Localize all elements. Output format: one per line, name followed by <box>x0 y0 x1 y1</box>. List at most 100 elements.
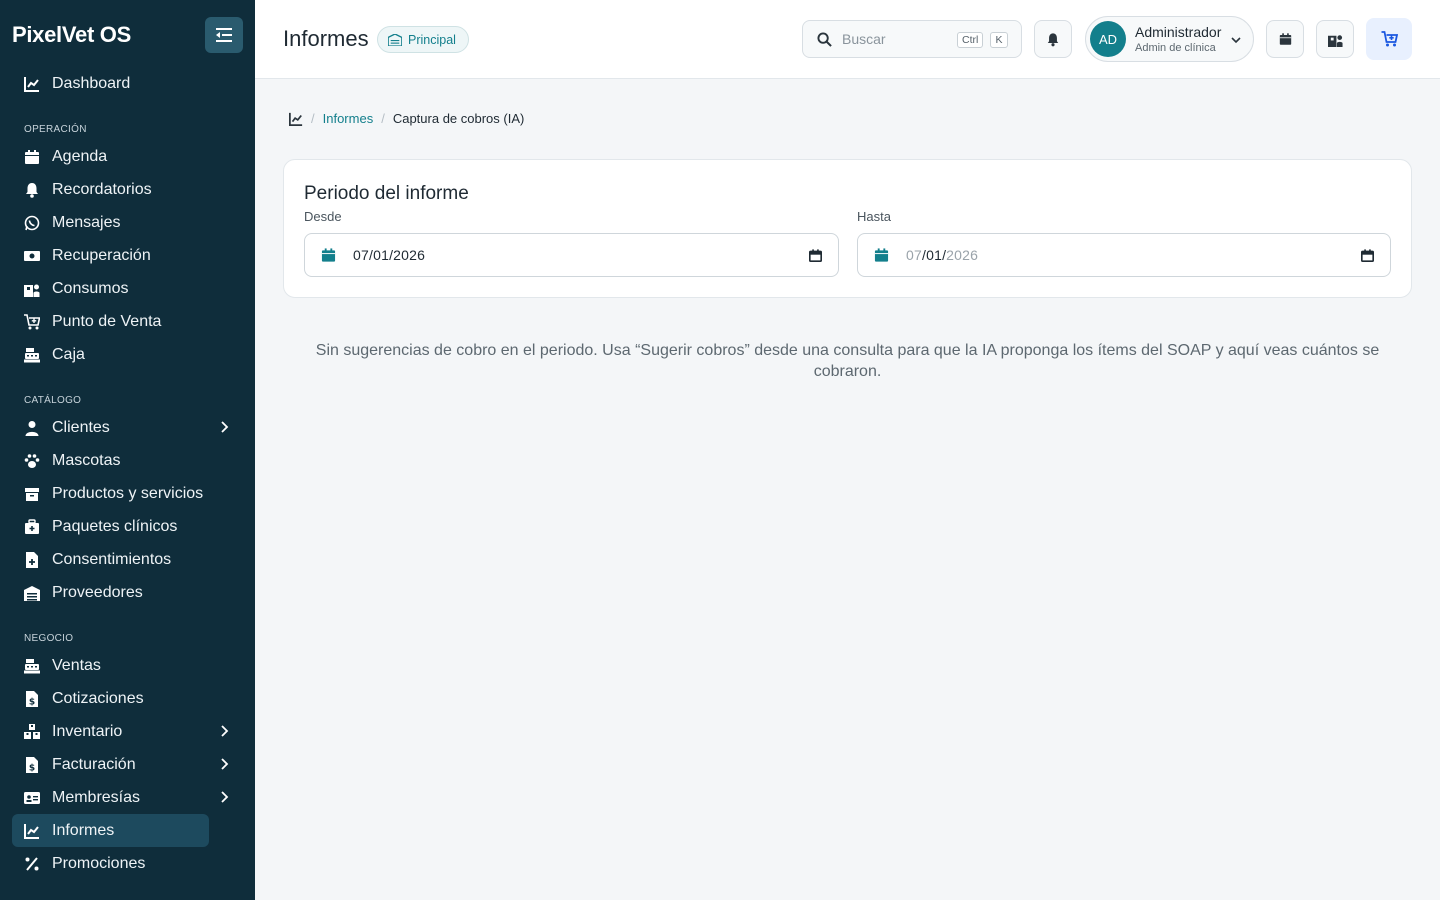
sidebar-item-label: Caja <box>52 345 85 363</box>
hospital-user-icon <box>1327 34 1343 47</box>
point-of-sale-button[interactable] <box>1366 18 1412 60</box>
user-icon <box>24 420 40 436</box>
breadcrumb-current: Captura de cobros (IA) <box>392 111 525 126</box>
search-icon <box>817 31 832 47</box>
calendar-button[interactable] <box>1266 20 1304 58</box>
sidebar-item-label: Ventas <box>52 656 101 674</box>
hospital-user-icon <box>24 281 40 297</box>
global-search[interactable]: Ctrl K <box>802 20 1022 58</box>
shortcut-ctrl-key: Ctrl <box>957 32 984 48</box>
sidebar-item-clientes[interactable]: Clientes <box>12 411 229 444</box>
sidebar-item-label: Consentimientos <box>52 550 172 568</box>
sidebar-item-label: Mensajes <box>52 213 121 231</box>
sidebar-item-mensajes[interactable]: Mensajes <box>12 206 209 239</box>
collapse-menu-icon <box>216 28 232 42</box>
sidebar-item-label: Recordatorios <box>52 180 152 198</box>
notifications-button[interactable] <box>1034 20 1072 58</box>
paw-icon <box>24 453 40 469</box>
sidebar-item-label: Proveedores <box>52 583 143 601</box>
user-role: Admin de clínica <box>1135 42 1216 54</box>
sidebar-item-consentimientos[interactable]: Consentimientos <box>12 543 209 576</box>
whatsapp-icon <box>24 215 40 231</box>
to-date-input[interactable]: 07/01/2026 <box>857 233 1391 277</box>
sidebar-item-label: Dashboard <box>52 74 131 92</box>
sidebar-item-mascotas[interactable]: Mascotas <box>12 444 209 477</box>
sidebar-item-label: Agenda <box>52 147 108 165</box>
sidebar-item-inventario[interactable]: Inventario <box>12 715 229 748</box>
sidebar-item-caja[interactable]: Caja <box>12 338 209 371</box>
sidebar-item-label: Membresías <box>52 788 141 806</box>
empty-state-message: Sin sugerencias de cobro en el periodo. … <box>315 342 1380 380</box>
card-title: Periodo del informe <box>304 183 469 204</box>
sidebar-item-label: Clientes <box>52 418 110 436</box>
file-medical-icon <box>24 551 40 568</box>
sidebar-item-label: Facturación <box>52 755 136 773</box>
to-month: 07 <box>906 247 922 263</box>
cart-plus-icon <box>24 313 40 330</box>
from-date-value: 07/01/2026 <box>353 247 426 263</box>
file-invoice-icon: $ <box>24 756 40 773</box>
id-card-icon <box>24 790 40 806</box>
sidebar-item-punto-de-venta[interactable]: Punto de Venta <box>12 305 209 338</box>
sidebar-item-recordatorios[interactable]: Recordatorios <box>12 173 209 206</box>
sidebar-item-label: Informes <box>52 821 115 839</box>
bell-icon <box>24 182 40 198</box>
sidebar-item-cotizaciones[interactable]: $ Cotizaciones <box>12 682 209 715</box>
sidebar-item-proveedores[interactable]: Proveedores <box>12 576 209 609</box>
file-invoice-dollar-icon: $ <box>24 690 40 707</box>
consumos-button[interactable] <box>1316 20 1354 58</box>
sidebar-item-productos-y-servicios[interactable]: Productos y servicios <box>12 477 209 510</box>
app-brand: PixelVet OS <box>12 22 131 47</box>
calendar-icon <box>874 248 889 262</box>
sidebar-item-label: Consumos <box>52 279 129 297</box>
warehouse-icon <box>24 585 40 601</box>
svg-text:$: $ <box>29 763 35 773</box>
shortcut-k-key: K <box>990 32 1008 48</box>
avatar: AD <box>1090 21 1126 57</box>
sidebar-item-dashboard[interactable]: Dashboard <box>12 67 209 100</box>
cart-plus-icon <box>1381 31 1398 47</box>
breadcrumb-link-informes[interactable]: Informes <box>323 111 374 126</box>
report-period-card: Periodo del informe Desde 07/01/2026 Has… <box>283 159 1412 298</box>
calendar-icon <box>1279 33 1291 45</box>
sidebar-item-promociones[interactable]: Promociones <box>12 847 209 880</box>
cash-register-icon <box>24 347 40 363</box>
sidebar-item-recuperacion[interactable]: Recuperación <box>12 239 209 272</box>
sidebar-item-label: Productos y servicios <box>52 484 204 502</box>
warehouse-icon <box>388 33 402 46</box>
calendar-picker-icon[interactable] <box>809 249 822 262</box>
to-date-label: Hasta <box>857 209 891 224</box>
calendar-icon <box>24 149 40 165</box>
sidebar-item-informes[interactable]: Informes <box>12 814 209 847</box>
sidebar-item-label: Recuperación <box>52 246 151 264</box>
sidebar-item-ventas[interactable]: Ventas <box>12 649 209 682</box>
chevron-right-icon <box>221 791 229 803</box>
section-label-negocio: NEGOCIO <box>24 633 74 644</box>
chevron-right-icon <box>221 758 229 770</box>
section-label-catalogo: CATÁLOGO <box>24 395 82 406</box>
collapse-sidebar-button[interactable] <box>205 17 243 53</box>
chart-line-icon[interactable] <box>289 112 303 126</box>
sidebar-item-paquetes-clinicos[interactable]: Paquetes clínicos <box>12 510 209 543</box>
sidebar-item-label: Promociones <box>52 854 146 872</box>
chevron-down-icon <box>1231 37 1241 44</box>
sidebar-item-label: Mascotas <box>52 451 121 469</box>
cash-register-icon <box>24 658 40 674</box>
to-year: 2026 <box>946 247 979 263</box>
sidebar-item-label: Punto de Venta <box>52 312 162 330</box>
sidebar-item-consumos[interactable]: Consumos <box>12 272 209 305</box>
breadcrumb-separator: / <box>381 111 385 126</box>
section-label-operacion: OPERACIÓN <box>24 124 87 135</box>
from-day: 01 <box>373 247 390 263</box>
search-input[interactable] <box>842 31 942 47</box>
sidebar-item-membresias[interactable]: Membresías <box>12 781 229 814</box>
calendar-picker-icon[interactable] <box>1361 249 1374 262</box>
sidebar-item-facturacion[interactable]: $ Facturación <box>12 748 229 781</box>
sidebar-item-agenda[interactable]: Agenda <box>12 140 209 173</box>
briefcase-medical-icon <box>24 518 40 535</box>
from-date-input[interactable]: 07/01/2026 <box>304 233 839 277</box>
branch-chip[interactable]: Principal <box>377 26 469 53</box>
user-name: Administrador <box>1135 24 1222 40</box>
user-menu[interactable]: AD Administrador Admin de clínica <box>1085 16 1254 62</box>
box-icon <box>24 486 40 502</box>
